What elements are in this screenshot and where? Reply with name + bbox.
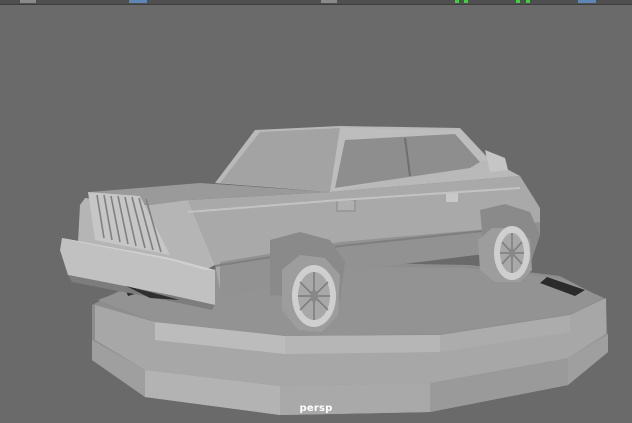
camera-label: persp [299, 403, 333, 414]
front-wheel [282, 255, 340, 332]
scene-render[interactable] [0, 0, 632, 423]
3d-viewport[interactable]: persp [0, 0, 632, 423]
rear-wheel [478, 226, 532, 282]
